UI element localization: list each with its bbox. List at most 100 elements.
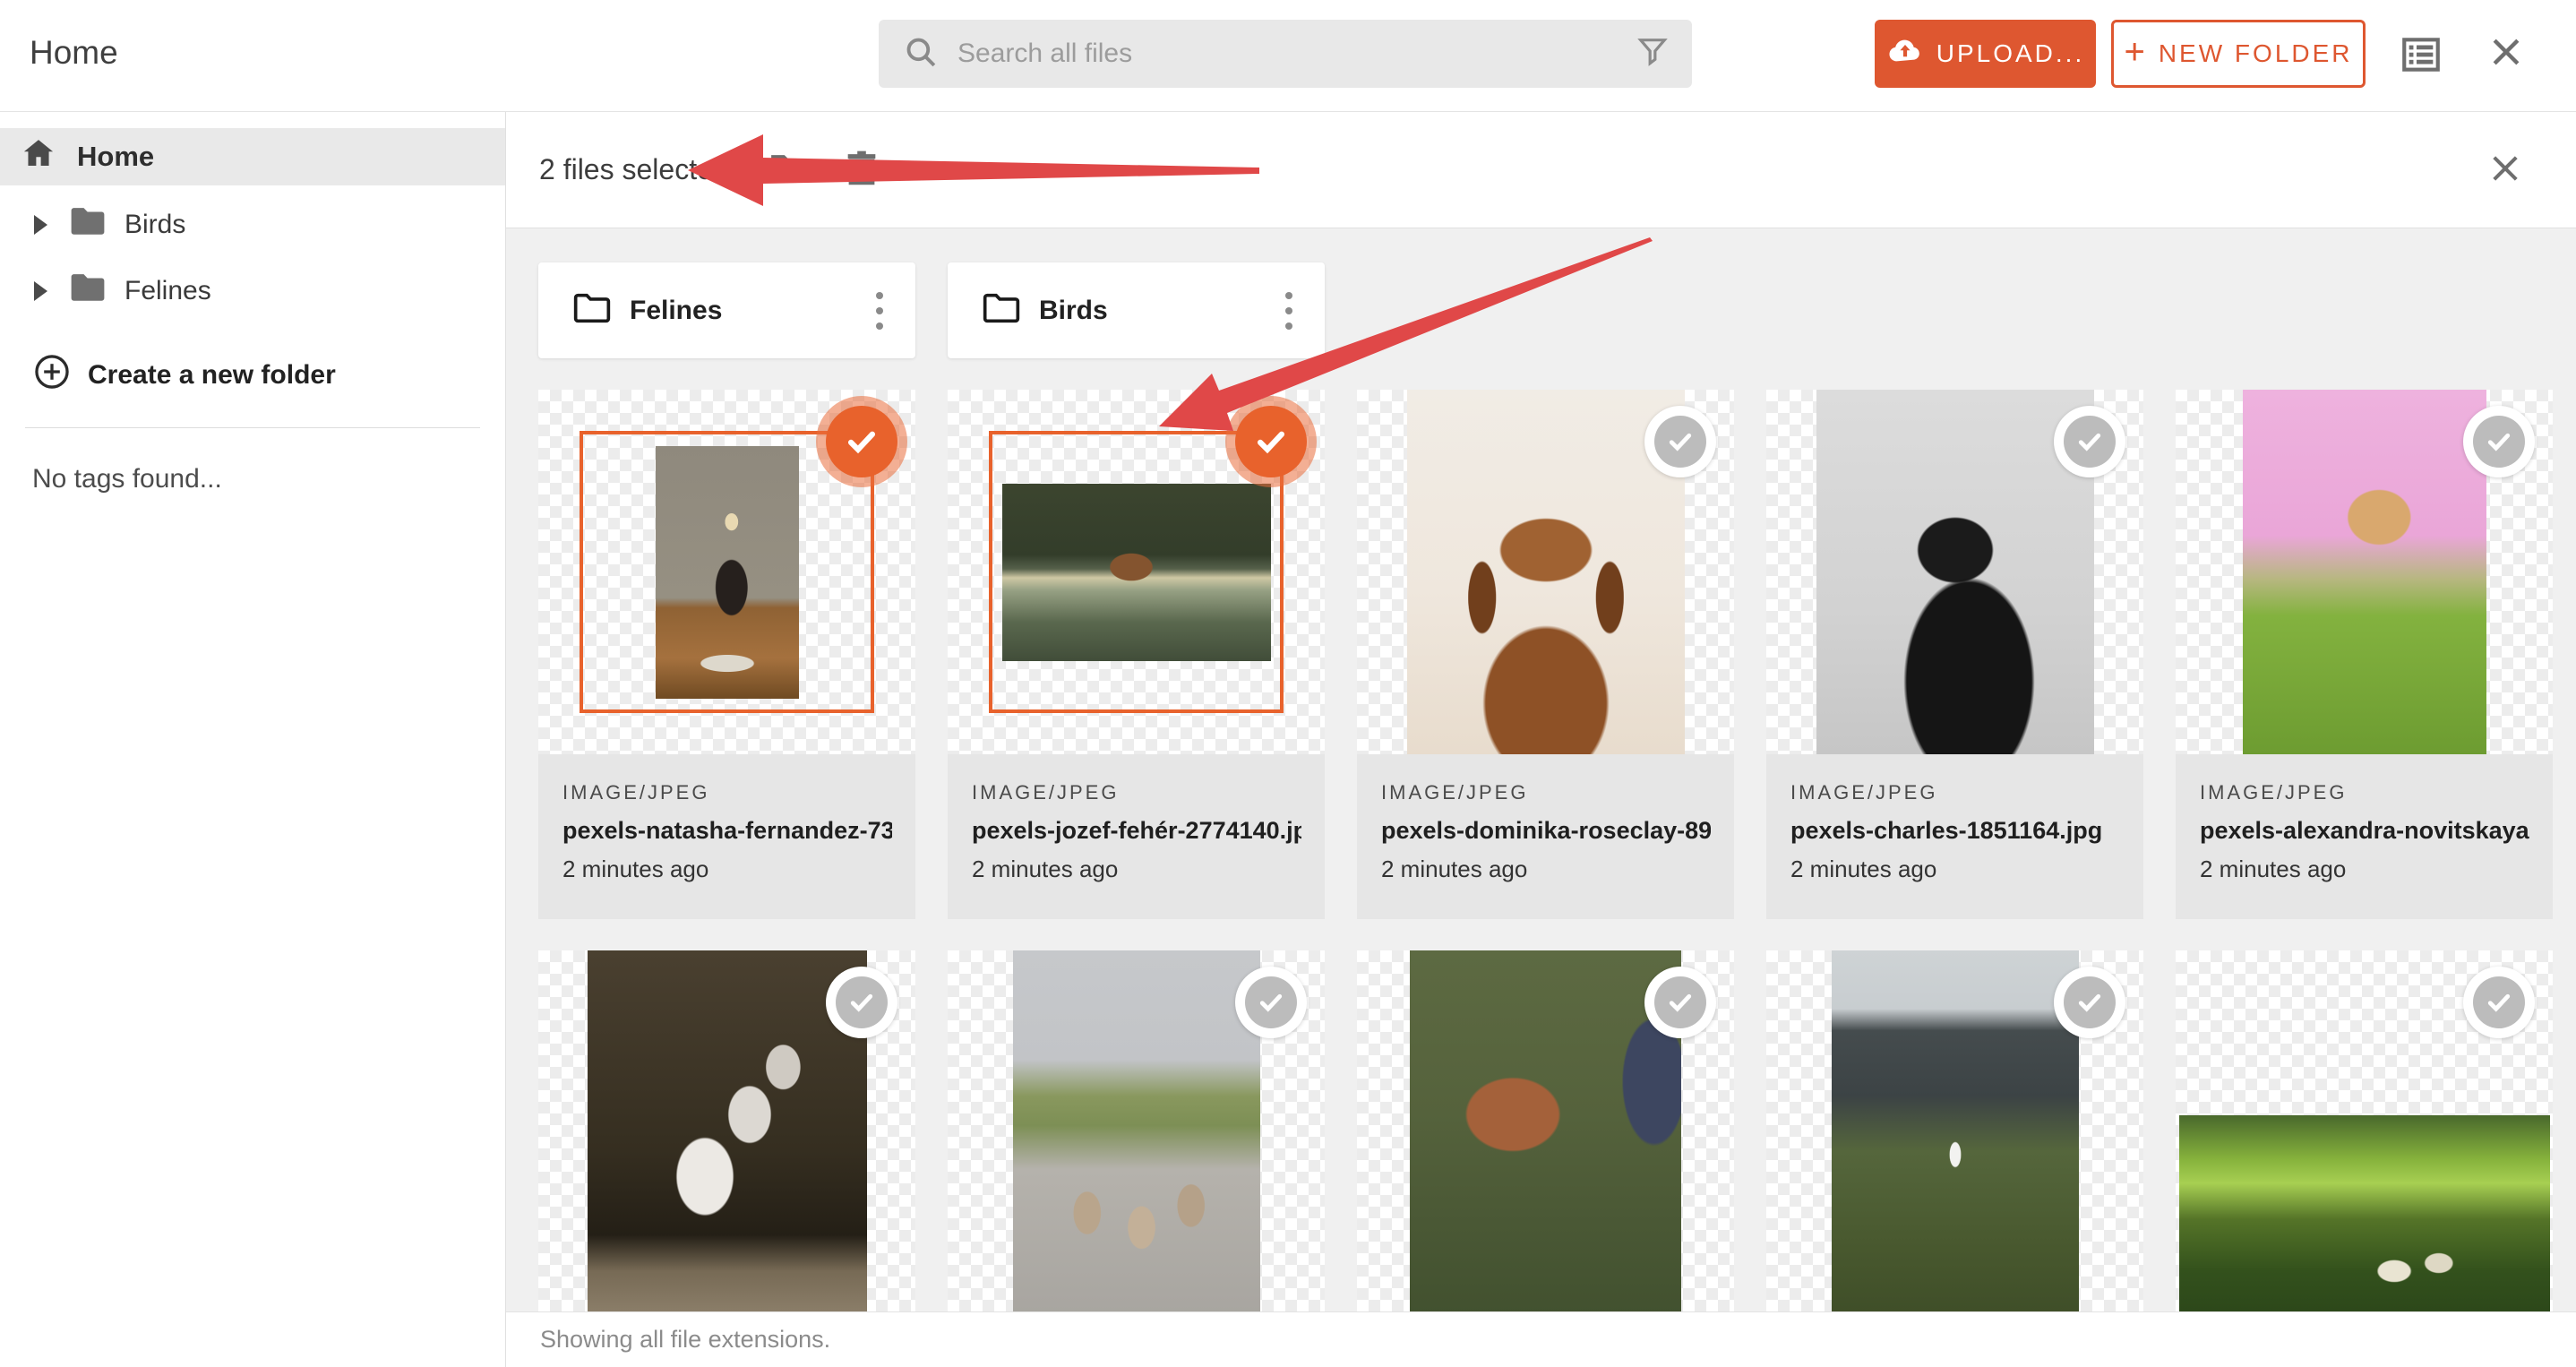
file-card[interactable]: IMAGE/JPEG pexels-charles-1851164.jpg 2 … bbox=[1766, 390, 2143, 919]
file-card[interactable] bbox=[538, 950, 915, 1315]
search-input[interactable] bbox=[956, 38, 1635, 70]
search-box bbox=[879, 20, 1692, 88]
file-card[interactable] bbox=[948, 950, 1325, 1315]
photo-white-deer-mountain bbox=[1831, 950, 2079, 1315]
file-meta: IMAGE/JPEG pexels-natasha-fernandez-733.… bbox=[538, 754, 915, 919]
file-name: pexels-natasha-fernandez-733... bbox=[562, 817, 892, 844]
upload-cloud-icon bbox=[1886, 32, 1924, 76]
file-thumbnail[interactable] bbox=[2176, 950, 2553, 1315]
file-time: 2 minutes ago bbox=[2200, 855, 2347, 882]
file-row-2 bbox=[538, 950, 2576, 1315]
file-name: pexels-jozef-fehér-2774140.jpg bbox=[972, 817, 1301, 844]
body: Home Birds Felines Create a new folder N… bbox=[0, 112, 2576, 1367]
folder-icon bbox=[69, 271, 107, 311]
photo-kangaroo-feeding bbox=[1410, 950, 1681, 1315]
folder-chip-birds[interactable]: Birds bbox=[948, 262, 1325, 358]
file-thumbnail[interactable] bbox=[2176, 390, 2553, 754]
check-badge[interactable] bbox=[1644, 406, 1716, 477]
photo-dog-green-fur-pink bbox=[2242, 390, 2486, 754]
check-badge-selected[interactable] bbox=[1235, 406, 1307, 477]
file-thumbnail[interactable] bbox=[1766, 950, 2143, 1315]
file-card[interactable] bbox=[2176, 950, 2553, 1315]
sidebar-divider bbox=[25, 427, 480, 428]
sidebar-item-birds[interactable]: Birds bbox=[0, 198, 505, 252]
filter-icon[interactable] bbox=[1635, 34, 1670, 74]
file-name: pexels-charles-1851164.jpg bbox=[1790, 817, 2103, 844]
sidebar: Home Birds Felines Create a new folder N… bbox=[0, 112, 506, 1367]
new-folder-button[interactable]: + NEW FOLDER bbox=[2111, 20, 2366, 88]
file-name: pexels-dominika-roseclay-8952... bbox=[1381, 817, 1711, 844]
file-grid: Felines Birds IMAGE/JPEG pexels-natasha-… bbox=[506, 228, 2576, 1367]
move-folder-icon bbox=[768, 147, 811, 193]
folder-outline-icon bbox=[982, 291, 1021, 330]
create-folder-button[interactable]: Create a new folder bbox=[0, 348, 505, 402]
caret-right-icon[interactable] bbox=[34, 281, 47, 301]
top-bar: Home UPLOAD... + NEW FOLDER bbox=[0, 0, 2576, 112]
photo-geese-on-road bbox=[1012, 950, 1260, 1315]
page-title: Home bbox=[30, 34, 118, 71]
sidebar-item-home[interactable]: Home bbox=[0, 128, 505, 185]
check-badge[interactable] bbox=[1644, 967, 1716, 1038]
footer-status: Showing all file extensions. bbox=[540, 1326, 831, 1353]
plus-circle-icon bbox=[32, 352, 72, 399]
list-view-button[interactable] bbox=[2399, 32, 2443, 80]
file-thumbnail[interactable] bbox=[538, 950, 915, 1315]
file-card[interactable] bbox=[1357, 950, 1734, 1315]
selection-close-button[interactable] bbox=[2486, 150, 2524, 190]
caret-right-icon[interactable] bbox=[34, 215, 47, 235]
file-card[interactable]: IMAGE/JPEG pexels-jozef-fehér-2774140.jp… bbox=[948, 390, 1325, 919]
move-to-folder-button[interactable] bbox=[768, 147, 811, 193]
check-icon bbox=[2487, 433, 2511, 451]
file-time: 2 minutes ago bbox=[972, 855, 1119, 882]
check-badge[interactable] bbox=[826, 967, 897, 1038]
file-row-1: IMAGE/JPEG pexels-natasha-fernandez-733.… bbox=[538, 390, 2576, 919]
photo-seagulls-on-rail bbox=[587, 950, 867, 1315]
check-badge-selected[interactable] bbox=[826, 406, 897, 477]
folder-chip-felines[interactable]: Felines bbox=[538, 262, 915, 358]
kebab-menu-icon[interactable] bbox=[871, 287, 889, 335]
check-badge[interactable] bbox=[2463, 967, 2535, 1038]
file-type: IMAGE/JPEG bbox=[562, 781, 710, 804]
check-badge[interactable] bbox=[1235, 967, 1307, 1038]
file-thumbnail[interactable] bbox=[1766, 390, 2143, 754]
file-card[interactable]: IMAGE/JPEG pexels-dominika-roseclay-8952… bbox=[1357, 390, 1734, 919]
folder-icon bbox=[69, 205, 107, 245]
check-icon bbox=[2487, 993, 2511, 1012]
file-type: IMAGE/JPEG bbox=[2200, 781, 2348, 804]
plus-icon: + bbox=[2124, 32, 2148, 72]
folder-chip-row: Felines Birds bbox=[538, 262, 2576, 358]
close-button[interactable] bbox=[2486, 32, 2526, 74]
file-meta: IMAGE/JPEG pexels-charles-1851164.jpg 2 … bbox=[1766, 754, 2143, 919]
check-badge[interactable] bbox=[2054, 406, 2125, 477]
check-icon bbox=[1669, 433, 1692, 451]
close-icon bbox=[2486, 39, 2526, 74]
check-icon bbox=[847, 431, 876, 454]
upload-button[interactable]: UPLOAD... bbox=[1875, 20, 2096, 88]
file-thumbnail[interactable] bbox=[1357, 950, 1734, 1315]
kebab-menu-icon[interactable] bbox=[1280, 287, 1298, 335]
check-icon bbox=[1669, 993, 1692, 1012]
file-card[interactable] bbox=[1766, 950, 2143, 1315]
file-thumbnail[interactable] bbox=[1357, 390, 1734, 754]
check-badge[interactable] bbox=[2054, 967, 2125, 1038]
search-icon bbox=[902, 33, 940, 75]
footer-status-bar: Showing all file extensions. bbox=[506, 1311, 2576, 1367]
delete-button[interactable] bbox=[841, 147, 882, 193]
selection-count: 2 files selected: bbox=[539, 153, 737, 185]
sidebar-item-felines[interactable]: Felines bbox=[0, 264, 505, 318]
file-card[interactable]: IMAGE/JPEG pexels-alexandra-novitskaya-2… bbox=[2176, 390, 2553, 919]
home-icon bbox=[20, 134, 57, 179]
file-type: IMAGE/JPEG bbox=[1381, 781, 1529, 804]
tags-empty-text: No tags found... bbox=[32, 464, 222, 494]
file-thumbnail[interactable] bbox=[538, 390, 915, 754]
check-icon bbox=[1259, 993, 1283, 1012]
file-thumbnail[interactable] bbox=[948, 390, 1325, 754]
check-badge[interactable] bbox=[2463, 406, 2535, 477]
check-icon bbox=[1257, 431, 1285, 454]
trash-icon bbox=[841, 147, 882, 193]
check-icon bbox=[2078, 993, 2101, 1012]
file-thumbnail[interactable] bbox=[948, 950, 1325, 1315]
photo-black-pug bbox=[1816, 390, 2094, 754]
file-card[interactable]: IMAGE/JPEG pexels-natasha-fernandez-733.… bbox=[538, 390, 915, 919]
photo-dog-party-hat bbox=[655, 445, 799, 699]
